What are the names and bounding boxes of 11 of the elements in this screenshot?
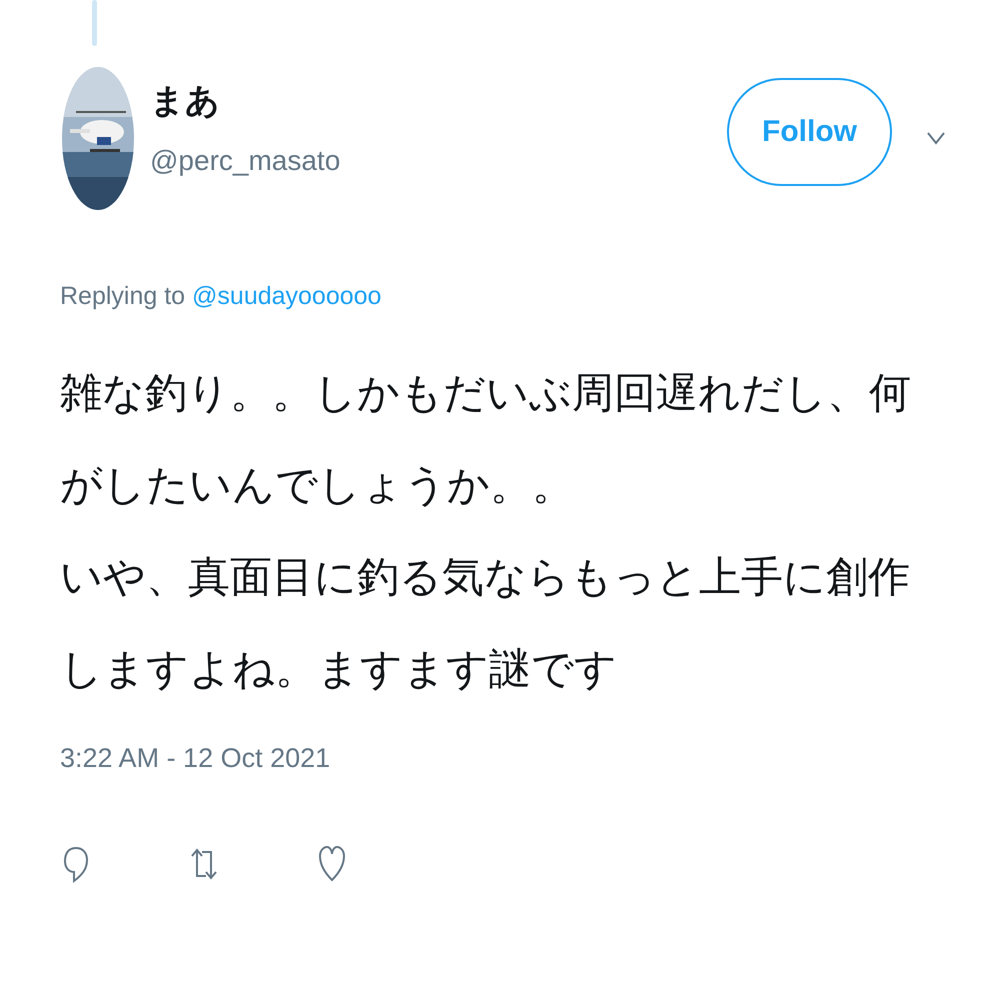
thread-line xyxy=(92,0,97,46)
mention-link[interactable]: @suudayoooooo xyxy=(192,282,382,310)
timestamp: 3:22 AM - 12 Oct 2021 xyxy=(60,743,332,774)
user-name: まあ xyxy=(150,81,221,122)
tweet-text: 雑な釣り。。しかもだいぶ周回遅れだし、何 がしたいんでしょうか。。 いや、真面目に釣る気ならもっと上手に創作 しますよね。ますます謎です xyxy=(60,367,912,695)
reply-context: Replying to @suudayoooooo xyxy=(60,282,382,311)
follow-button[interactable]: Follow xyxy=(727,78,892,186)
chevron-down-icon[interactable] xyxy=(926,131,946,145)
reply-icon[interactable] xyxy=(62,844,90,884)
heart-icon[interactable] xyxy=(318,844,346,884)
user-handle: @perc_masato xyxy=(150,144,342,178)
